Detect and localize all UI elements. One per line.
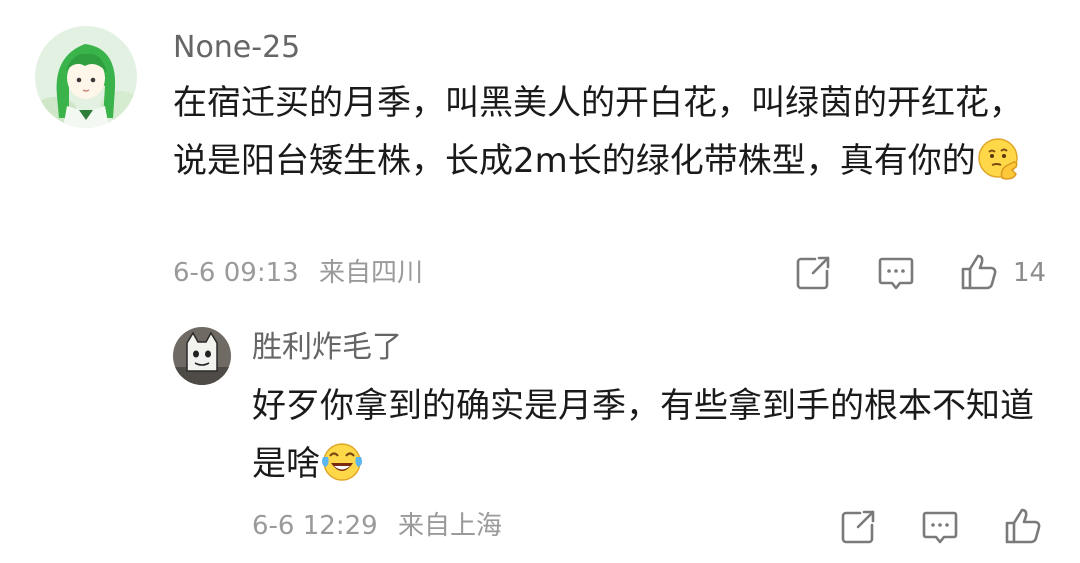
reply-time: 6-6 12:29: [252, 511, 378, 541]
reply-button[interactable]: [876, 253, 916, 293]
reply-share-button[interactable]: [838, 507, 878, 547]
thumbs-up-icon: [961, 254, 997, 290]
share-icon: [841, 510, 875, 544]
like-count: 14: [1013, 258, 1047, 288]
comment-location: 来自四川: [318, 258, 423, 288]
reply-username[interactable]: 胜利炸毛了: [252, 328, 402, 368]
laughing-tears-emoji: [320, 439, 364, 483]
reply-meta: 6-6 12:29 来自上海: [252, 509, 502, 543]
avatar[interactable]: [173, 327, 231, 385]
reply-like-button[interactable]: [1003, 506, 1043, 546]
reply-reply-button[interactable]: [920, 507, 960, 547]
reply-text-body: 好歹你拿到的确实是月季，有些拿到手的根本不知道是啥: [252, 386, 1034, 484]
like-button[interactable]: [959, 252, 999, 292]
comment-text-body: 在宿迁买的月季，叫黑美人的开白花，叫绿茵的开红花，说是阳台矮生株，长成2m长的绿…: [173, 83, 1023, 181]
comment-text: 在宿迁买的月季，叫黑美人的开白花，叫绿茵的开红花，说是阳台矮生株，长成2m长的绿…: [173, 74, 1053, 190]
comment-icon: [878, 257, 914, 290]
avatar[interactable]: [35, 26, 137, 128]
comment-time: 6-6 09:13: [173, 258, 299, 288]
thinking-face-emoji: [976, 136, 1020, 180]
reply-text: 好歹你拿到的确实是月季，有些拿到手的根本不知道是啥: [252, 377, 1052, 493]
share-button[interactable]: [793, 253, 833, 293]
share-icon: [796, 256, 830, 290]
comment-icon: [922, 511, 958, 544]
reply-location: 来自上海: [397, 511, 502, 541]
thumbs-up-icon: [1005, 508, 1041, 544]
comment-username[interactable]: None-25: [173, 28, 300, 68]
comment-meta: 6-6 09:13 来自四川: [173, 256, 423, 290]
